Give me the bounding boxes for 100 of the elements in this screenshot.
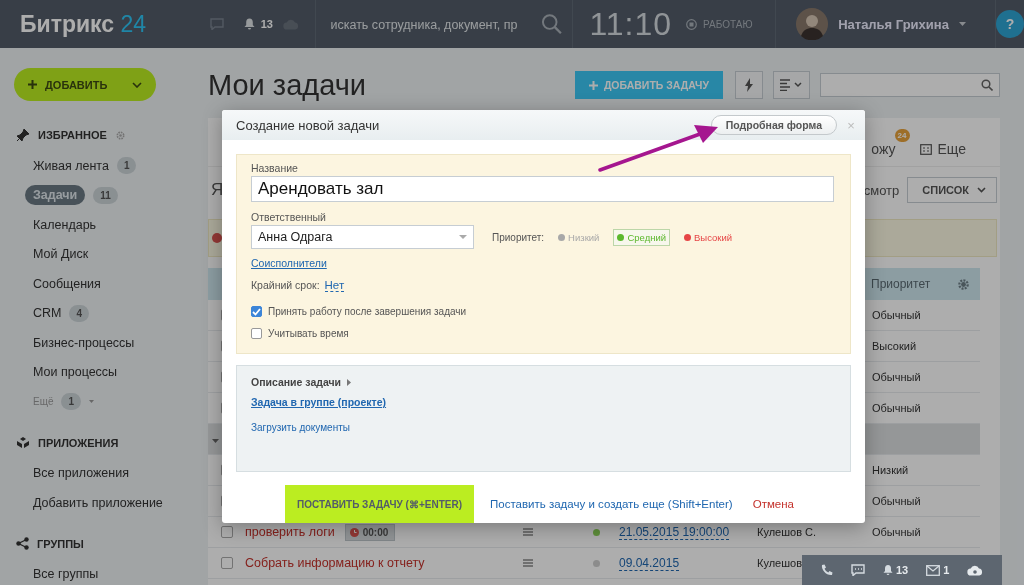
- checkbox-label[interactable]: Принять работу после завершения задачи: [268, 306, 467, 318]
- count-badge: 24: [894, 129, 910, 142]
- notification-count: 13: [896, 564, 909, 576]
- table-cell: Обычный: [872, 371, 921, 383]
- menu-item[interactable]: Бизнес-процессы: [33, 332, 135, 353]
- caret-icon[interactable]: [347, 378, 352, 386]
- notification-count: 13: [260, 18, 273, 30]
- bolt-button[interactable]: [735, 71, 763, 99]
- row-checkbox[interactable]: [220, 526, 233, 538]
- menu-item[interactable]: Живая лента: [33, 155, 109, 176]
- checkbox-label[interactable]: Учитывать время: [268, 327, 349, 339]
- search-field[interactable]: искать сотрудника, документ, пр: [328, 15, 538, 33]
- section-title[interactable]: ГРУППЫ: [37, 537, 84, 550]
- counter-badge: 4: [69, 304, 90, 322]
- search-icon[interactable]: [981, 79, 993, 91]
- list-icon[interactable]: [779, 79, 804, 91]
- table-cell: Высокий: [872, 340, 917, 352]
- deadline-link[interactable]: Нет: [324, 279, 345, 293]
- caret-icon[interactable]: [89, 400, 95, 404]
- menu-item[interactable]: Задачи: [25, 185, 86, 206]
- upload-link[interactable]: Загрузить документы: [251, 422, 350, 433]
- menu-icon[interactable]: [523, 559, 533, 567]
- submit-button[interactable]: ПОСТАВИТЬ ЗАДАЧУ (⌘+ENTER): [285, 485, 474, 523]
- more-link[interactable]: Еще: [937, 141, 966, 157]
- stop-icon[interactable]: [686, 18, 698, 30]
- priority-label: Приоритет:: [492, 231, 545, 243]
- list-view-button[interactable]: [773, 71, 810, 99]
- settings-icon[interactable]: [114, 129, 126, 141]
- table-cell: Обычный: [872, 526, 921, 538]
- deadline-link[interactable]: 21.05.2015 19:00:00: [619, 525, 730, 540]
- plus-icon[interactable]: [28, 80, 37, 89]
- counter-badge: 1: [116, 157, 137, 175]
- filter-tab[interactable]: ожу: [871, 141, 896, 157]
- section-title[interactable]: ИЗБРАННОЕ: [38, 129, 107, 141]
- apps-icon: [16, 436, 30, 449]
- add-button[interactable]: ДОБАВИТЬ: [14, 68, 156, 101]
- caret-icon[interactable]: [958, 22, 966, 26]
- cancel-link[interactable]: Отмена: [752, 498, 794, 510]
- counter-badge: 1: [61, 393, 82, 411]
- section-title[interactable]: ПРИЛОЖЕНИЯ: [38, 436, 119, 449]
- search-icon[interactable]: [541, 13, 563, 35]
- search-field[interactable]: [820, 73, 1000, 97]
- menu-item[interactable]: CRM: [33, 303, 62, 324]
- page-title: Мои задачи: [208, 68, 367, 102]
- column-header[interactable]: Приоритет: [871, 277, 951, 291]
- table-cell: Низкий: [872, 464, 909, 476]
- alert-icon: [212, 233, 222, 243]
- bell-icon[interactable]: [883, 564, 893, 576]
- table-cell: Обычный: [872, 402, 921, 414]
- view-dropdown[interactable]: СПИСОК: [907, 177, 997, 203]
- field-label: Название: [251, 162, 298, 174]
- pin-icon: [16, 128, 30, 142]
- menu-item[interactable]: Добавить приложение: [33, 492, 163, 513]
- row-checkbox[interactable]: [220, 557, 233, 569]
- bell-icon[interactable]: [243, 18, 255, 30]
- checkbox[interactable]: [251, 327, 262, 339]
- responsible-dropdown[interactable]: Анна Одрага: [251, 225, 474, 250]
- grid-icon[interactable]: [919, 143, 932, 155]
- timer-badge[interactable]: 00:00: [344, 523, 396, 541]
- checkbox[interactable]: [251, 306, 262, 318]
- description-toggle[interactable]: Описание задачи: [251, 376, 352, 388]
- share-icon: [16, 537, 29, 550]
- caret-icon[interactable]: [212, 439, 219, 443]
- bolt-icon[interactable]: [744, 78, 754, 92]
- task-title[interactable]: Собрать информацию к отчету: [245, 556, 425, 570]
- avatar[interactable]: [796, 8, 829, 40]
- caret-icon[interactable]: [459, 235, 467, 240]
- caret-icon[interactable]: [977, 187, 986, 193]
- phone-icon[interactable]: [820, 563, 833, 577]
- view-label: смотр: [863, 182, 900, 198]
- coexecutors-link[interactable]: Соисполнители: [251, 257, 327, 270]
- field-label: Ответственный: [251, 211, 326, 224]
- table-cell: Обычный: [872, 495, 921, 507]
- message-count: 1: [943, 564, 950, 576]
- mail-icon[interactable]: [926, 564, 941, 576]
- logo[interactable]: Битрикс 24: [0, 10, 190, 38]
- task-title[interactable]: проверить логи: [245, 525, 335, 539]
- dialog-title: Создание новой задачи: [236, 117, 381, 133]
- settings-icon[interactable]: [957, 277, 970, 291]
- menu-item[interactable]: Календарь: [33, 214, 97, 235]
- priority-option[interactable]: Высокий: [680, 228, 737, 246]
- deadline-link[interactable]: 09.04.2015: [619, 556, 680, 571]
- detailed-form-button[interactable]: Подробная форма: [710, 115, 837, 135]
- heading-text: Я: [210, 180, 224, 200]
- cloud-icon[interactable]: [967, 564, 984, 576]
- counter-badge: 11: [93, 186, 118, 204]
- clock-time: 11:10: [589, 5, 673, 43]
- menu-item[interactable]: Сообщения: [33, 273, 101, 294]
- group-link[interactable]: Задача в группе (проекте): [251, 396, 387, 408]
- table-cell: Обычный: [872, 309, 921, 321]
- menu-item[interactable]: Все приложения: [33, 463, 129, 484]
- title-field[interactable]: Арендовать зал: [251, 176, 834, 203]
- submit-more-link[interactable]: Поставить задачу и создать еще (Shift+Enter): [490, 498, 733, 510]
- caret-icon[interactable]: [132, 81, 142, 88]
- menu-icon[interactable]: [523, 528, 533, 536]
- menu-item[interactable]: Все группы: [33, 564, 99, 585]
- user-name[interactable]: Наталья Грихина: [838, 16, 949, 32]
- table-cell: Кулешов С.: [757, 526, 817, 538]
- menu-item[interactable]: Мой Диск: [33, 244, 89, 265]
- menu-item[interactable]: Мои процессы: [33, 362, 118, 383]
